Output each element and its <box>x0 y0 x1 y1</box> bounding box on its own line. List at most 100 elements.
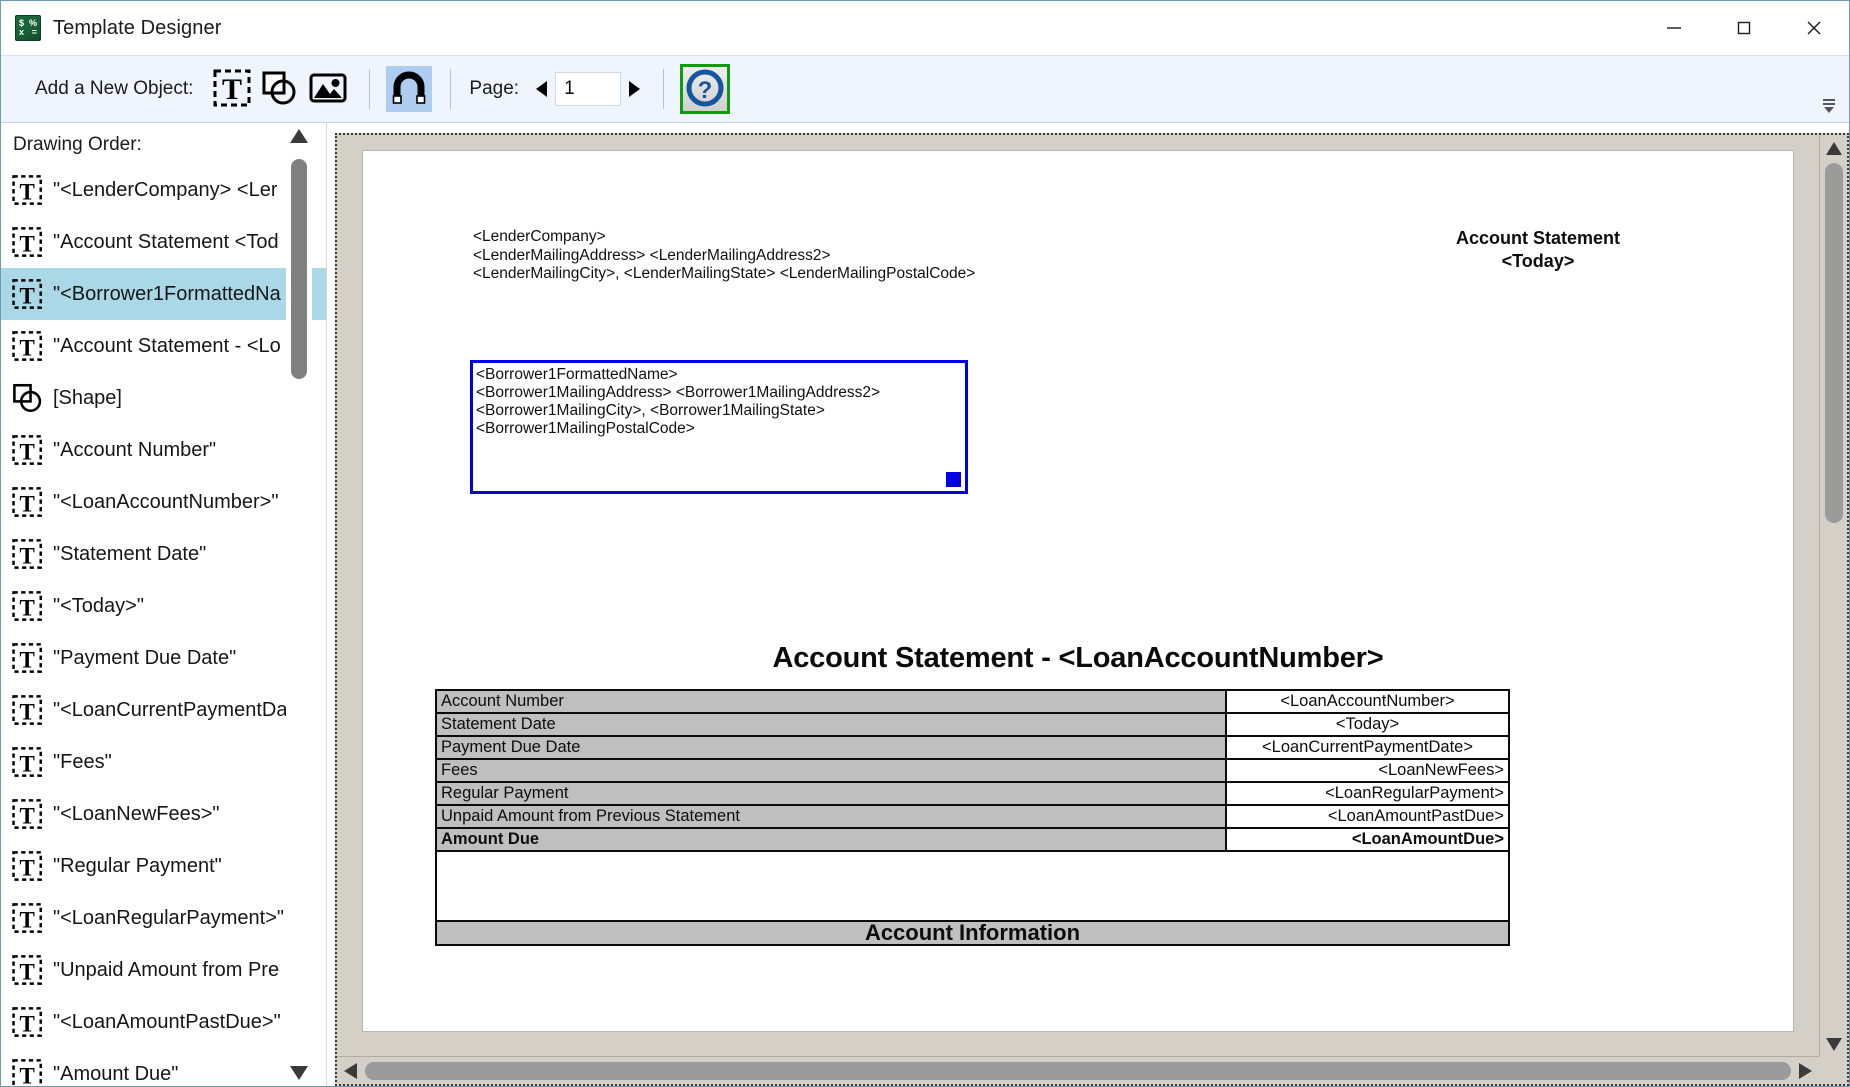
drawing-order-item[interactable]: T "<LoanNewFees>" <box>1 788 326 840</box>
text-object-icon: T <box>9 327 47 365</box>
drawing-order-item[interactable]: T "Fees" <box>1 736 326 788</box>
table-row-label: Amount Due <box>435 827 1227 852</box>
drawing-order-item[interactable]: T "<LoanRegularPayment>" <box>1 892 326 944</box>
page-label: Page: <box>469 78 520 99</box>
help-button[interactable]: ? <box>680 64 731 114</box>
statement-header-line1: Account Statement <box>1455 228 1621 248</box>
drawing-order-item[interactable]: T "Unpaid Amount from Pre <box>1 944 326 996</box>
drawing-order-item[interactable]: T "<Today>" <box>1 580 326 632</box>
drawing-order-item-label: "Unpaid Amount from Pre <box>53 958 280 981</box>
drawing-order-item[interactable]: T "<LoanCurrentPaymentDa <box>1 684 326 736</box>
drawing-order-item[interactable]: T "Amount Due" <box>1 1048 326 1086</box>
canvas-viewport[interactable]: <LenderCompany> <LenderMailingAddress> <L… <box>337 135 1847 1084</box>
canvas-h-thumb[interactable] <box>365 1061 1791 1080</box>
drawing-order-item[interactable]: T "<LoanAccountNumber>" <box>1 476 326 528</box>
lender-line: <LenderCompany> <box>473 228 606 245</box>
canvas-vertical-scrollbar[interactable] <box>1819 135 1847 1058</box>
lender-line: <LenderMailingAddress> <LenderMailingAdd… <box>473 246 831 264</box>
drawing-order-scrollbar[interactable] <box>286 123 312 1086</box>
drawing-order-item[interactable]: T "Statement Date" <box>1 528 326 580</box>
drawing-order-item[interactable]: T "Regular Payment" <box>1 840 326 892</box>
drawing-order-item-label: "Payment Due Date" <box>53 646 237 669</box>
lender-address-block[interactable]: <LenderCompany> <LenderMailingAddress> <L… <box>473 229 975 285</box>
svg-text:T: T <box>19 959 34 984</box>
maximize-button[interactable] <box>1709 1 1779 55</box>
scroll-thumb[interactable] <box>291 159 307 379</box>
drawing-order-list[interactable]: T "<LenderCompany> <Ler T "Account Statemen… <box>1 164 326 1086</box>
text-object-icon: T <box>9 223 47 261</box>
svg-text:T: T <box>19 491 34 516</box>
canvas-v-thumb[interactable] <box>1824 163 1843 523</box>
page-prev-button[interactable] <box>529 72 555 106</box>
window-title: Template Designer <box>53 16 222 39</box>
table-row[interactable]: Statement Date <Today> <box>435 712 1510 737</box>
canvas-scroll-up-arrow[interactable] <box>1820 135 1848 163</box>
scroll-track[interactable] <box>286 149 312 1060</box>
canvas-scroll-down-arrow[interactable] <box>1820 1030 1848 1058</box>
toolbar-separator-3 <box>663 69 665 109</box>
table-row[interactable]: Fees <LoanNewFees> <box>435 758 1510 783</box>
scroll-up-arrow[interactable] <box>286 123 312 149</box>
table-row[interactable]: Amount Due <LoanAmountDue> <box>435 827 1510 852</box>
drawing-order-item[interactable]: T "Payment Due Date" <box>1 632 326 684</box>
drawing-order-item[interactable]: T "Account Number" <box>1 424 326 476</box>
drawing-order-item-label: "Account Number" <box>53 438 217 461</box>
minimize-button[interactable] <box>1639 1 1709 55</box>
table-row-value: <LoanAmountDue> <box>1225 827 1510 852</box>
question-mark-icon: ? <box>685 68 725 111</box>
table-row-value: <LoanAmountPastDue> <box>1225 804 1510 829</box>
svg-text:T: T <box>19 699 34 724</box>
borrower-text-object-selected[interactable]: <Borrower1FormattedName> <Borrower1Mailin… <box>470 360 968 494</box>
svg-text:T: T <box>19 543 34 568</box>
snap-to-grid-button[interactable] <box>386 66 433 112</box>
borrower-line: <Borrower1FormattedName> <box>476 366 678 383</box>
table-row[interactable]: Regular Payment <LoanRegularPayment> <box>435 781 1510 806</box>
borrower-address-block: <Borrower1FormattedName> <Borrower1Mailin… <box>476 367 880 439</box>
scroll-down-arrow[interactable] <box>286 1060 312 1086</box>
page-next-button[interactable] <box>621 72 647 106</box>
svg-text:T: T <box>19 335 34 360</box>
borrower-line: <Borrower1MailingCity>, <Borrower1Mailin… <box>476 401 825 419</box>
text-object-icon: T <box>9 275 47 313</box>
add-text-object-button[interactable]: T <box>209 66 255 112</box>
statement-summary-table[interactable]: Account Number <LoanAccountNumber> Stateme… <box>435 689 1510 946</box>
scrollbar-corner <box>1819 1056 1847 1084</box>
drawing-order-item[interactable]: T "Account Statement <Tod <box>1 216 326 268</box>
drawing-order-item-label: "<LoanCurrentPaymentDa <box>53 698 288 721</box>
toolbar-overflow-button[interactable] <box>1819 92 1839 116</box>
table-blank-cell <box>435 850 1510 922</box>
close-button[interactable] <box>1779 1 1849 55</box>
drawing-order-item[interactable]: T "<LoanAmountPastDue>" <box>1 996 326 1048</box>
canvas-h-track[interactable] <box>365 1057 1791 1085</box>
add-shape-object-button[interactable] <box>257 66 303 112</box>
table-row-value: <LoanNewFees> <box>1225 758 1510 783</box>
canvas-horizontal-scrollbar[interactable] <box>337 1056 1819 1084</box>
text-object-icon: T <box>9 483 47 521</box>
drawing-order-item-label: "Fees" <box>53 750 112 773</box>
canvas-v-track[interactable] <box>1820 163 1848 1030</box>
drawing-order-item[interactable]: T "<LenderCompany> <Ler <box>1 164 326 216</box>
page-number-input[interactable] <box>555 72 622 106</box>
account-statement-title[interactable]: Account Statement - <LoanAccountNumber> <box>363 642 1793 675</box>
text-object-icon: T <box>9 795 47 833</box>
drawing-order-item[interactable]: T "Account Statement - <Lo <box>1 320 326 372</box>
document-page[interactable]: <LenderCompany> <LenderMailingAddress> <L… <box>363 151 1793 1031</box>
svg-text:T: T <box>19 231 34 256</box>
drawing-order-item[interactable]: T "<Borrower1FormattedNa <box>1 268 326 320</box>
drawing-order-item-label: "Statement Date" <box>53 542 207 565</box>
text-object-icon: T <box>9 1003 47 1041</box>
add-image-object-button[interactable] <box>305 66 351 112</box>
table-row[interactable]: Payment Due Date <LoanCurrentPaymentDate> <box>435 735 1510 760</box>
toolbar-separator-2 <box>450 69 452 109</box>
canvas-scroll-right-arrow[interactable] <box>1791 1057 1819 1085</box>
table-row[interactable]: Unpaid Amount from Previous Statement <Lo… <box>435 804 1510 829</box>
design-canvas-area[interactable]: <LenderCompany> <LenderMailingAddress> <L… <box>335 133 1849 1086</box>
resize-handle[interactable] <box>946 472 961 487</box>
drawing-order-item[interactable]: [Shape] <box>1 372 326 424</box>
statement-header-right[interactable]: Account Statement <Today> <box>1393 227 1683 272</box>
table-row-label: Regular Payment <box>435 781 1227 806</box>
canvas-scroll-left-arrow[interactable] <box>337 1057 365 1085</box>
svg-text:T: T <box>19 1011 34 1036</box>
drawing-order-item-label: "Amount Due" <box>53 1062 179 1085</box>
table-row[interactable]: Account Number <LoanAccountNumber> <box>435 689 1510 714</box>
